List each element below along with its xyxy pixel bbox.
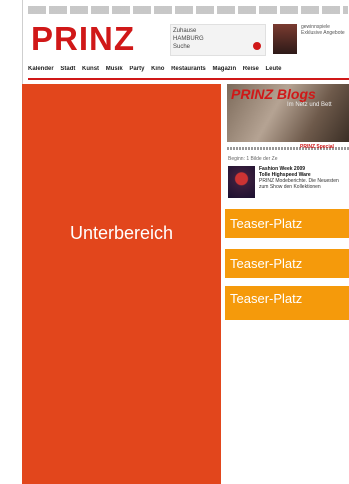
prinz-logo[interactable]: PRINZ (31, 22, 135, 55)
nav-item-kino[interactable]: Kino (151, 66, 164, 72)
article-thumbnail[interactable] (228, 166, 255, 198)
special-section-label[interactable]: PRINZ Special (300, 144, 334, 150)
promo-thumbnail[interactable] (273, 24, 297, 54)
teaser-slot[interactable]: Teaser-Platz (225, 286, 349, 320)
article-body: PRINZ Modeberichte. Die Neuesten zum Sho… (259, 178, 339, 190)
nav-item-party[interactable]: Party (129, 66, 144, 72)
article-teaser[interactable]: Fashion Week 2009 Tolle Highspeed Ware P… (259, 166, 347, 190)
top-links-bar[interactable] (28, 6, 348, 14)
nav-item-musik[interactable]: Musik (106, 66, 123, 72)
blogs-title: PRINZ Blogs (231, 86, 316, 102)
nav-item-kalender[interactable]: Kalender (28, 66, 54, 72)
city-selector-box[interactable]: Zuhause HAMBURG Suche (170, 24, 266, 56)
go-button-icon[interactable] (253, 42, 261, 50)
nav-item-kunst[interactable]: Kunst (82, 66, 99, 72)
teaser-slot[interactable]: Teaser-Platz (225, 209, 349, 238)
nav-item-magazin[interactable]: Magazin (212, 66, 236, 72)
teaser-slot[interactable]: Teaser-Platz (225, 249, 349, 278)
nav-item-reise[interactable]: Reise (243, 66, 259, 72)
special-meta-line: Beginn: 1 Bilde der Ze (228, 156, 278, 162)
nav-item-stadt[interactable]: Stadt (60, 66, 75, 72)
promo-line2: Exklusive Angebote (301, 30, 345, 36)
nav-underline (28, 78, 349, 80)
blogs-banner[interactable]: PRINZ Blogs Im Netz und Bett (227, 84, 349, 142)
city-box-line3: Suche (173, 44, 191, 50)
nav-item-leute[interactable]: Leute (265, 66, 281, 72)
nav-item-restaurants[interactable]: Restaurants (171, 66, 206, 72)
city-box-line2: HAMBURG (173, 36, 204, 42)
city-box-line1: Zuhause (173, 28, 197, 34)
blogs-subtitle: Im Netz und Bett (287, 102, 332, 108)
promo-text[interactable]: gewinnspiele Exklusive Angebote (301, 24, 349, 54)
unterbereich-placeholder: Unterbereich (22, 84, 221, 484)
unterbereich-label: Unterbereich (69, 223, 174, 243)
main-nav: Kalender Stadt Kunst Musik Party Kino Re… (28, 66, 349, 76)
